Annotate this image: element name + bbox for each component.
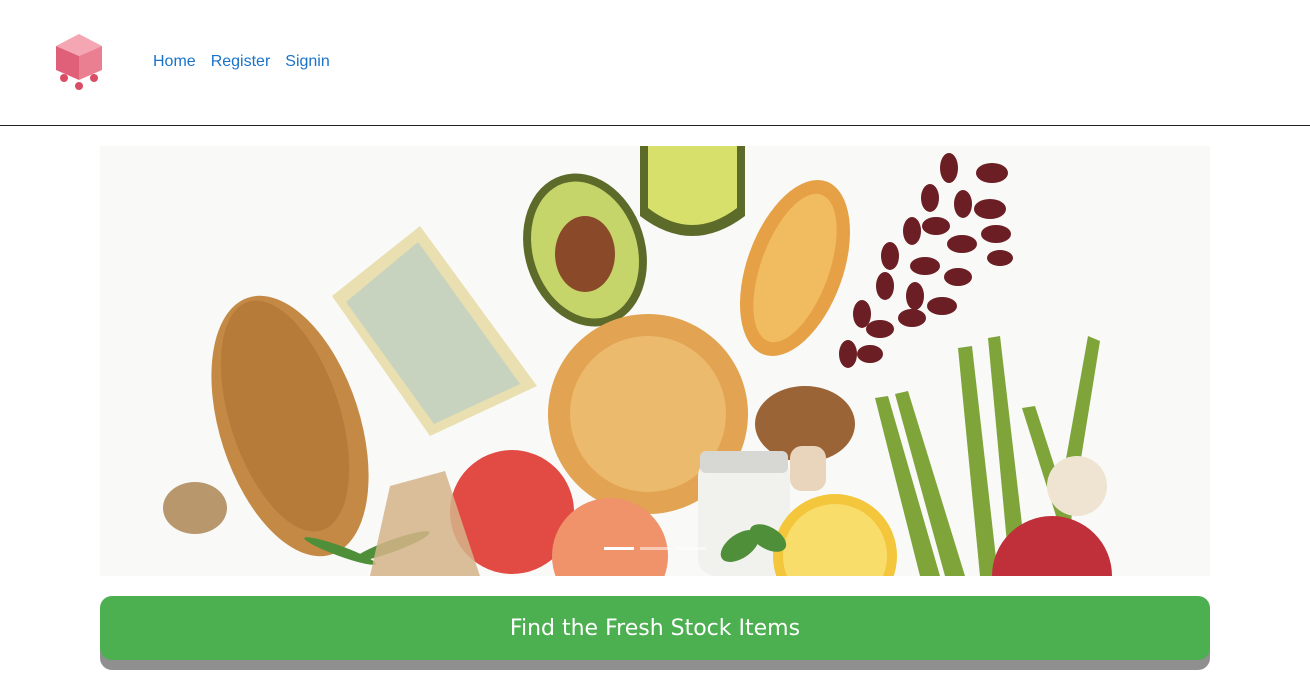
nav-link-register[interactable]: Register [211,53,271,71]
nav-link-home[interactable]: Home [153,53,196,71]
navbar: Home Register Signin [0,0,1310,126]
carousel-indicators [604,547,706,550]
carousel-indicator-1[interactable] [604,547,634,550]
find-fresh-stock-button[interactable]: Find the Fresh Stock Items [100,596,1210,660]
shopping-cart-box-icon[interactable] [52,30,106,92]
carousel-indicator-2[interactable] [640,547,670,550]
main-nav: Home Register Signin [153,53,330,71]
nav-link-signin[interactable]: Signin [285,53,329,71]
fresh-groceries-image [100,146,1210,576]
hero-carousel[interactable] [100,146,1210,576]
carousel-indicator-3[interactable] [676,547,706,550]
